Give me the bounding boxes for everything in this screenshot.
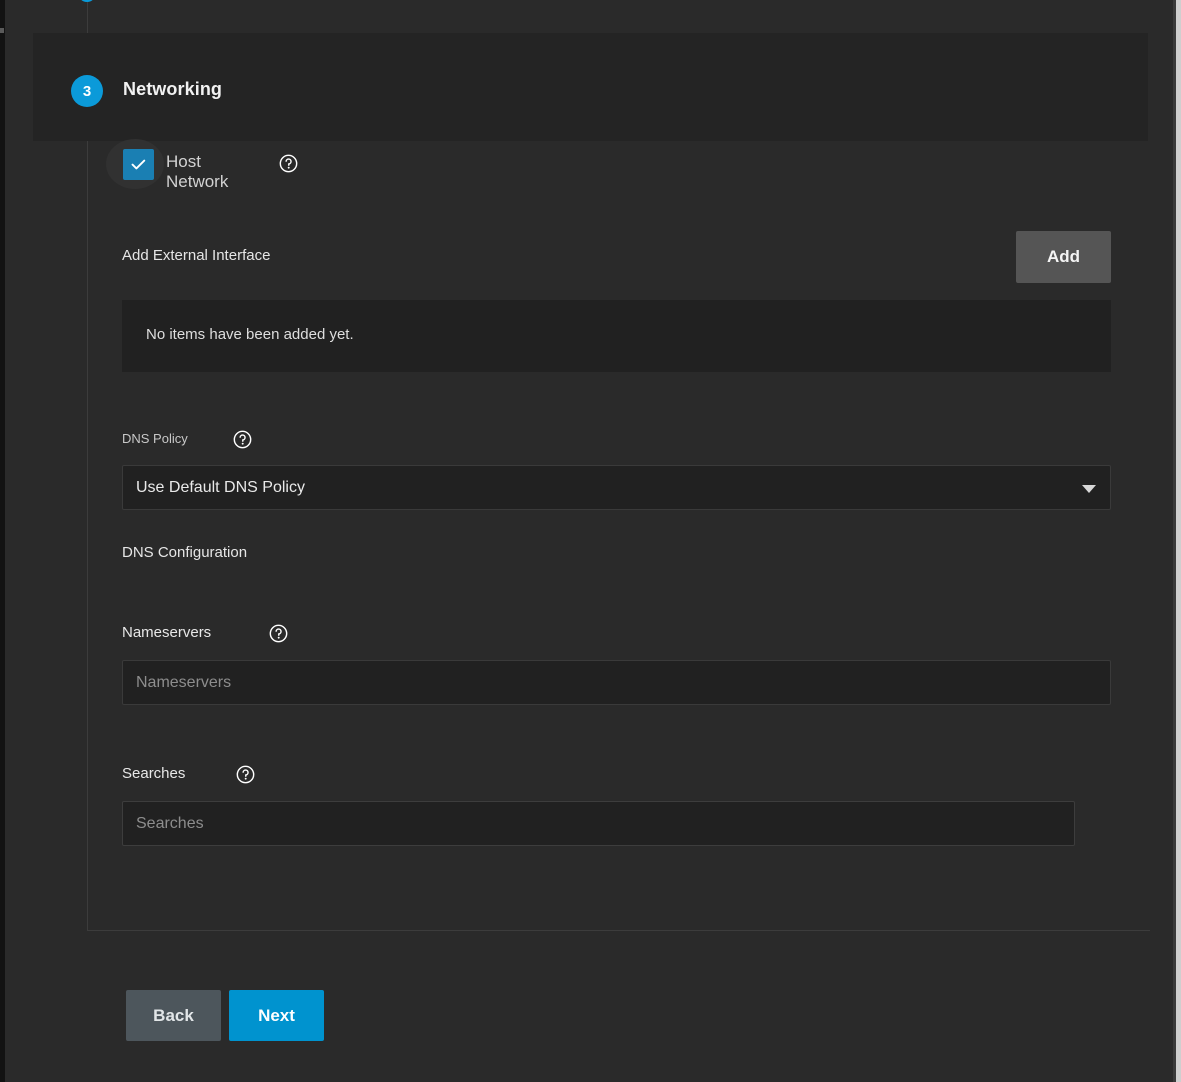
searches-label: Searches: [122, 765, 186, 782]
wizard-page: 3 Networking Host Network Add External I…: [0, 0, 1181, 1082]
nameservers-input[interactable]: [122, 660, 1111, 705]
nameservers-label: Nameservers: [122, 624, 212, 641]
help-circle-icon[interactable]: [233, 430, 252, 449]
dns-configuration-label: DNS Configuration: [122, 544, 248, 561]
dns-policy-selected-value: Use Default DNS Policy: [136, 479, 305, 496]
dns-policy-label: DNS Policy: [122, 431, 188, 446]
searches-input[interactable]: [122, 801, 1075, 846]
external-interface-list-panel: No items have been added yet.: [122, 300, 1111, 372]
help-circle-icon[interactable]: [279, 154, 298, 173]
add-external-interface-label: Add External Interface: [122, 247, 271, 264]
add-external-interface-button[interactable]: Add: [1016, 231, 1111, 283]
host-network-label: Host Network: [166, 152, 229, 191]
left-gutter: [0, 0, 5, 1082]
page-right-edge: [1176, 0, 1181, 1082]
chevron-down-icon: [1082, 485, 1096, 493]
back-button[interactable]: Back: [126, 990, 221, 1041]
host-network-checkbox[interactable]: [123, 149, 154, 180]
dns-policy-select[interactable]: Use Default DNS Policy: [122, 465, 1111, 510]
checkmark-icon: [129, 155, 148, 174]
empty-list-message: No items have been added yet.: [146, 326, 354, 343]
next-button[interactable]: Next: [229, 990, 324, 1041]
step-number-badge: 3: [71, 75, 103, 107]
help-circle-icon[interactable]: [236, 765, 255, 784]
step-title: Networking: [123, 79, 223, 99]
help-circle-icon[interactable]: [269, 624, 288, 643]
scrollbar-nub[interactable]: [0, 28, 4, 33]
previous-step-badge-remnant[interactable]: [78, 0, 96, 2]
footer-divider: [87, 930, 1150, 931]
